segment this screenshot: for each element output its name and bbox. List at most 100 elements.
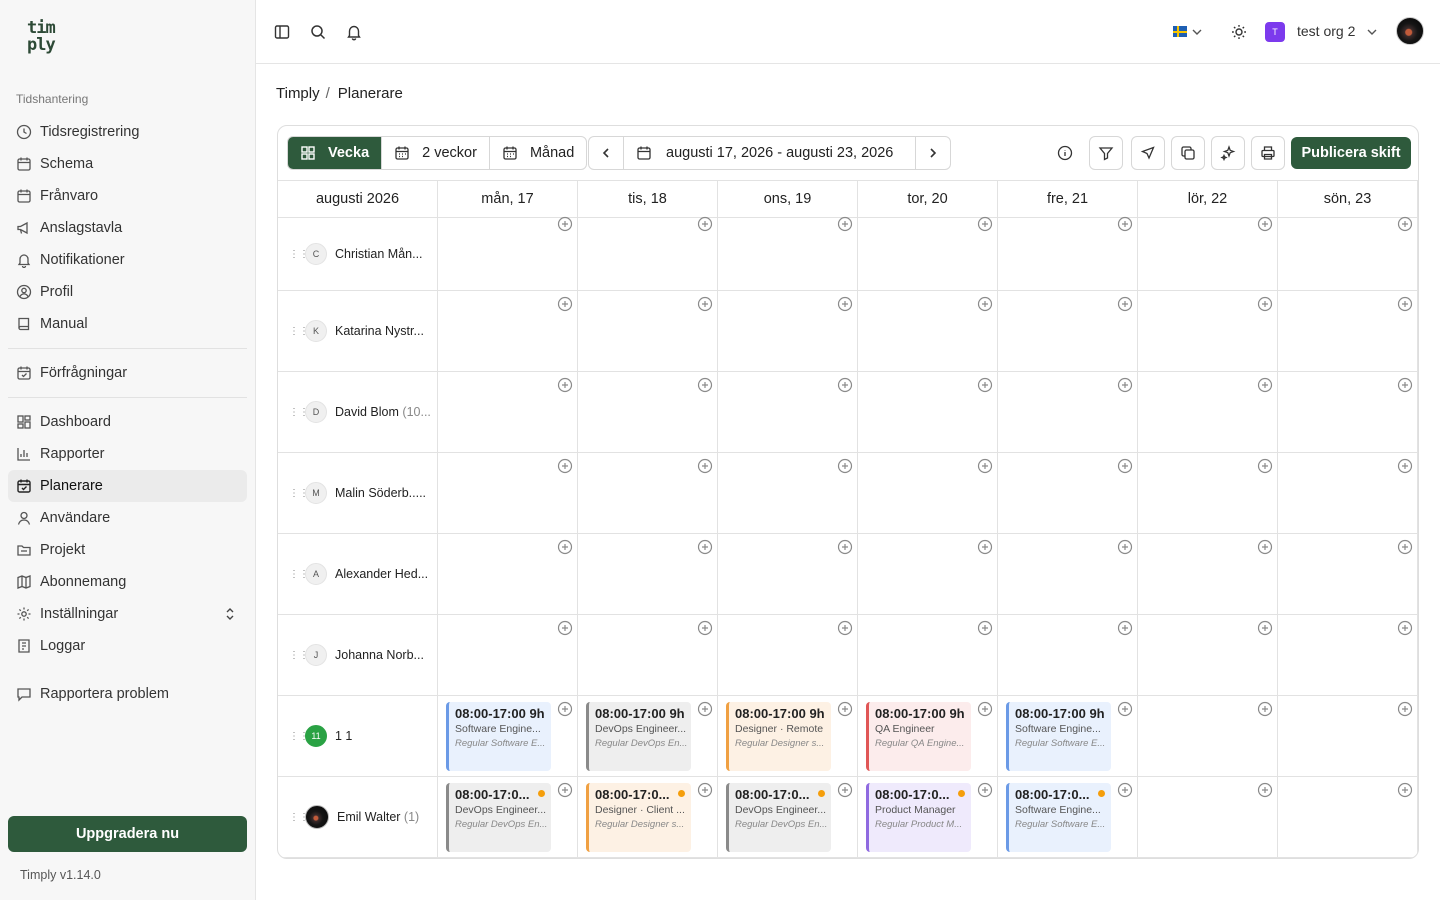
shift-card[interactable]: 08:00-17:00 9h QA Engineer Regular QA Engi… [866,702,971,771]
timply-logo[interactable]: tim ply [27,20,67,54]
add-shift-icon[interactable] [977,296,993,312]
add-shift-icon[interactable] [1257,701,1273,717]
schedule-cell[interactable] [858,453,998,533]
add-shift-icon[interactable] [557,701,573,717]
schedule-cell[interactable]: 08:00-17:00 9h Software Engine... Regular … [438,696,578,776]
schedule-cell[interactable] [438,453,578,533]
add-shift-icon[interactable] [837,701,853,717]
breadcrumb-timply[interactable]: Timply [276,85,320,102]
schedule-cell[interactable] [998,372,1138,452]
upgrade-button[interactable]: Uppgradera nu [8,816,247,852]
add-shift-icon[interactable] [1117,701,1133,717]
org-badge[interactable]: T [1265,22,1285,42]
shift-card[interactable]: 08:00-17:0... Product Manager Regular Prod… [866,783,971,852]
add-shift-icon[interactable] [837,377,853,393]
employee-cell[interactable]: ⋮⋮ D David Blom (10... [278,372,438,452]
sidebar-item-installningar[interactable]: Inställningar [8,598,247,630]
add-shift-icon[interactable] [1257,377,1273,393]
schedule-cell[interactable] [1138,534,1278,614]
schedule-cell[interactable] [438,291,578,371]
employee-cell[interactable]: ⋮⋮ J Johanna Norb... [278,615,438,695]
schedule-cell[interactable]: 08:00-17:00 9h Software Engine... Regular … [998,696,1138,776]
drag-handle-icon[interactable]: ⋮⋮ [289,249,309,259]
info-icon[interactable] [1048,136,1082,170]
publish-shifts-button[interactable]: Publicera skift [1291,137,1411,169]
add-shift-icon[interactable] [697,782,713,798]
schedule-cell[interactable]: 08:00-17:00 9h QA Engineer Regular QA Engi… [858,696,998,776]
schedule-cell[interactable] [858,216,998,290]
add-shift-icon[interactable] [697,701,713,717]
add-shift-icon[interactable] [1397,377,1413,393]
employee-cell[interactable]: ⋮⋮ 11 1 1 [278,696,438,776]
add-shift-icon[interactable] [977,620,993,636]
schedule-cell[interactable] [578,291,718,371]
sidebar-item-dashboard[interactable]: Dashboard [8,406,247,438]
add-shift-icon[interactable] [697,377,713,393]
add-shift-icon[interactable] [977,377,993,393]
schedule-cell[interactable] [578,216,718,290]
add-shift-icon[interactable] [1117,782,1133,798]
add-shift-icon[interactable] [1397,782,1413,798]
next-week-button[interactable] [915,137,950,169]
sidebar-toggle-icon[interactable] [272,22,292,42]
add-shift-icon[interactable] [837,539,853,555]
schedule-cell[interactable]: 08:00-17:0... Software Engine... Regular S… [998,777,1138,857]
schedule-cell[interactable] [718,453,858,533]
copy-button[interactable] [1171,136,1205,170]
sidebar-item-tidsregistrering[interactable]: Tidsregistrering [8,116,247,148]
view-month-button[interactable]: Månad [490,137,586,169]
add-shift-icon[interactable] [837,782,853,798]
add-shift-icon[interactable] [1257,296,1273,312]
schedule-cell[interactable] [718,615,858,695]
sidebar-item-schema[interactable]: Schema [8,148,247,180]
sun-icon[interactable] [1229,22,1249,42]
schedule-cell[interactable] [1278,534,1418,614]
schedule-cell[interactable] [1138,615,1278,695]
schedule-cell[interactable] [1138,696,1278,776]
schedule-cell[interactable] [578,453,718,533]
shift-card[interactable]: 08:00-17:00 9h DevOps Engineer... Regular … [586,702,691,771]
add-shift-icon[interactable] [1397,216,1413,232]
add-shift-icon[interactable] [837,458,853,474]
schedule-cell[interactable] [1138,372,1278,452]
shift-card[interactable]: 08:00-17:00 9h Designer · Remote Regular D… [726,702,831,771]
schedule-cell[interactable] [1278,777,1418,857]
schedule-cell[interactable] [578,615,718,695]
employee-cell[interactable]: ⋮⋮ M Malin Söderb..... [278,453,438,533]
add-shift-icon[interactable] [1117,296,1133,312]
add-shift-icon[interactable] [1117,539,1133,555]
sidebar-item-abonnemang[interactable]: Abonnemang [8,566,247,598]
search-icon[interactable] [308,22,328,42]
add-shift-icon[interactable] [557,216,573,232]
add-shift-icon[interactable] [697,296,713,312]
schedule-cell[interactable]: 08:00-17:0... Product Manager Regular Prod… [858,777,998,857]
schedule-cell[interactable] [1278,615,1418,695]
schedule-cell[interactable] [998,291,1138,371]
schedule-cell[interactable] [1278,291,1418,371]
employee-cell[interactable]: ⋮⋮ K Katarina Nystr... [278,291,438,371]
print-button[interactable] [1251,136,1285,170]
schedule-cell[interactable] [438,216,578,290]
view-two-weeks-button[interactable]: 2 veckor [382,137,490,169]
schedule-cell[interactable]: 08:00-17:00 9h DevOps Engineer... Regular … [578,696,718,776]
view-week-button[interactable]: Vecka [288,137,383,169]
user-avatar[interactable] [1396,17,1424,45]
shift-card[interactable]: 08:00-17:00 9h Software Engine... Regular … [446,702,551,771]
drag-handle-icon[interactable]: ⋮⋮ [289,650,309,660]
schedule-cell[interactable] [438,534,578,614]
add-shift-icon[interactable] [697,620,713,636]
sidebar-item-forfragningar[interactable]: Förfrågningar [8,357,247,389]
add-shift-icon[interactable] [697,216,713,232]
add-shift-icon[interactable] [1397,701,1413,717]
shift-card[interactable]: 08:00-17:00 9h Software Engine... Regular … [1006,702,1111,771]
add-shift-icon[interactable] [557,620,573,636]
bell-icon[interactable] [344,22,364,42]
schedule-cell[interactable] [858,372,998,452]
add-shift-icon[interactable] [837,296,853,312]
chevron-down-icon[interactable] [1365,22,1379,42]
add-shift-icon[interactable] [977,701,993,717]
schedule-cell[interactable]: 08:00-17:0... DevOps Engineer... Regular D… [438,777,578,857]
sidebar-item-planerare[interactable]: Planerare [8,470,247,502]
schedule-cell[interactable] [1138,291,1278,371]
drag-handle-icon[interactable]: ⋮⋮ [289,569,309,579]
